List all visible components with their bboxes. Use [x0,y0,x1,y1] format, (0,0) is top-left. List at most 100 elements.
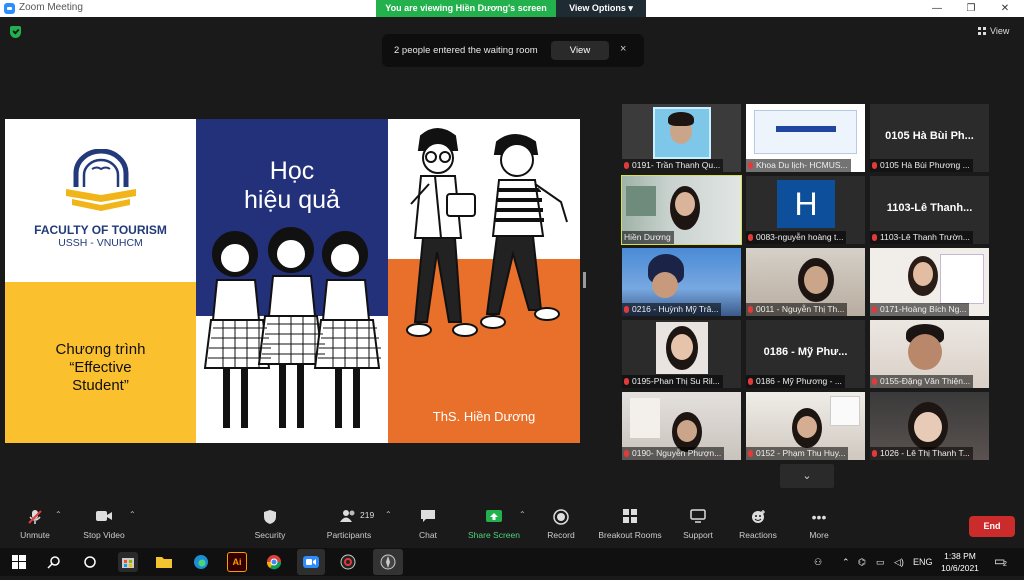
muted-mic-icon [872,162,877,169]
notification-close-icon[interactable]: × [620,43,626,55]
support-label: Support [683,530,713,540]
illustrator-icon-text: Ai [232,557,242,567]
participant-tile[interactable]: 0186 - Mỹ Phư... 0186 - Mỹ Phương - ... [746,320,865,388]
more-label: More [809,530,829,540]
participant-name: 0171-Hoàng Bích Ng... [870,303,970,316]
clock-time: 1:38 PM [944,551,976,561]
notification-message: 2 people entered the waiting room [394,45,538,56]
participant-tile[interactable]: 1103-Lê Thanh... 1103-Lê Thanh Trườn... [870,176,989,244]
participant-name-text: Khoa Du lịch- HCMUS... [756,160,848,170]
microsoft-store-icon[interactable] [118,552,138,572]
illustrator-icon[interactable]: Ai [227,552,247,572]
video-options-caret-icon[interactable]: ⌃ [129,510,136,519]
encryption-shield-icon[interactable] [10,26,21,38]
muted-mic-icon [872,450,877,457]
participant-name-text: 0105 Hà Bùi Phương ... [880,160,970,170]
windows-taskbar: Ai ⚇ ⌃ ⌬ ▭ ◁) ENG 1:38 PM 10/6/2021 ▭ 2 [0,548,1024,576]
notification-count-badge: 2 [1003,561,1007,568]
participant-tile[interactable]: 0190- Nguyễn Phượn... [622,392,741,460]
muted-mic-icon [624,378,629,385]
reactions-button[interactable]: Reactions [723,509,793,540]
network-icon[interactable]: ⌬ [858,557,866,568]
task-view-icon[interactable] [80,552,100,572]
breakout-rooms-button[interactable]: Breakout Rooms [595,509,665,540]
view-options-button[interactable]: View Options ▾ [556,0,646,17]
participant-tile[interactable]: 0011 - Nguyễn Thị Th... [746,248,865,316]
slide-heading: Học hiệu quả [196,157,388,215]
participant-display-name: 0186 - Mỹ Phư... [763,346,848,358]
chat-button[interactable]: Chat [393,509,463,540]
reactions-label: Reactions [739,530,777,540]
viewing-screen-banner: You are viewing Hiền Dương's screen [376,0,556,17]
university-name: USSH - VNUHCM [58,237,143,249]
close-window-button[interactable]: ✕ [988,0,1022,17]
program-line-3: Student” [72,377,129,394]
obs-icon[interactable] [338,552,358,572]
participant-tile[interactable]: 1026 - Lê Thị Thanh T... [870,392,989,460]
participant-tile[interactable]: 0216 - Huỳnh Mỹ Trâ... [622,248,741,316]
security-button[interactable]: Security [235,509,305,540]
notification-view-button[interactable]: View [551,41,609,60]
muted-mic-icon [624,306,629,313]
participant-tile[interactable]: H 0083-nguyễn hoàng t... [746,176,865,244]
edge-browser-icon[interactable] [191,552,211,572]
participant-name-text: 0083-nguyễn hoàng t... [756,232,844,242]
program-line-1: Chương trình [55,341,146,358]
zoom-taskbar-icon[interactable] [297,549,325,575]
program-title: Chương trình “Effective Student” [5,341,196,395]
system-clock[interactable]: 1:38 PM 10/6/2021 [936,550,984,574]
search-icon[interactable] [44,552,64,572]
zoom-app-icon [4,3,15,14]
participant-avatar: H [777,180,835,228]
participant-name-text: 0011 - Nguyễn Thị Th... [756,304,845,314]
participant-tile[interactable]: 0195-Phan Thị Su Ril... [622,320,741,388]
battery-icon[interactable]: ▭ [876,557,885,568]
presenter-name: ThS. Hiền Dương [432,409,536,424]
participant-tile[interactable]: 0191- Trần Thanh Qu... [622,104,741,172]
participants-icon: 219 [314,509,384,525]
security-shield-icon [235,509,305,525]
file-explorer-icon[interactable] [154,552,174,572]
muted-mic-icon [748,306,753,313]
view-layout-button[interactable]: View [978,26,1009,36]
participant-name: 1026 - Lê Thị Thanh T... [870,447,973,460]
volume-icon[interactable]: ◁) [894,557,904,568]
people-icon[interactable]: ⚇ [814,557,822,568]
participant-name: 0190- Nguyễn Phượn... [622,447,725,460]
chrome-icon[interactable] [264,552,284,572]
participant-display-name: 1103-Lê Thanh... [886,202,973,214]
minimize-button[interactable]: — [920,0,954,17]
window-title: Zoom Meeting [19,2,83,13]
gallery-next-page-button[interactable]: ⌄ [780,464,834,488]
participant-tile-active-speaker[interactable]: Hiền Dương [621,175,742,245]
students-boys-illustration [406,128,568,337]
app-icon[interactable] [373,549,403,575]
split-resize-handle[interactable] [583,272,586,288]
windows-start-icon[interactable] [9,552,29,572]
more-button[interactable]: ••• More [784,509,854,540]
clock-date: 10/6/2021 [941,563,979,573]
audio-options-caret-icon[interactable]: ⌃ [55,510,62,519]
participants-button[interactable]: 219 Participants [314,509,384,540]
participant-name-text: 0186 - Mỹ Phương - ... [756,376,842,386]
record-button[interactable]: Record [526,509,596,540]
input-language[interactable]: ENG [913,557,933,567]
participant-name-text: 0190- Nguyễn Phượn... [632,448,722,458]
participant-name-text: 0171-Hoàng Bích Ng... [880,304,967,314]
end-meeting-button[interactable]: End [969,516,1015,537]
participant-tile[interactable]: 0152 - Phạm Thu Huy... [746,392,865,460]
restore-button[interactable]: ❐ [954,0,988,17]
participant-display-name: 0105 Hà Bùi Ph... [885,130,974,142]
participant-name-text: Hiền Dương [624,232,671,242]
participants-options-caret-icon[interactable]: ⌃ [385,510,392,519]
participant-tile[interactable]: 0155-Đặng Văn Thiện... [870,320,989,388]
participants-label: Participants [326,530,372,540]
slide-heading-line-2: hiệu quả [244,186,340,214]
participant-tile[interactable]: 0105 Hà Bùi Ph... 0105 Hà Bùi Phương ... [870,104,989,172]
participant-tile[interactable]: 0171-Hoàng Bích Ng... [870,248,989,316]
participant-name: 0105 Hà Bùi Phương ... [870,159,973,172]
share-options-caret-icon[interactable]: ⌃ [519,510,526,519]
show-hidden-icons-icon[interactable]: ⌃ [842,557,850,568]
muted-mic-icon [872,378,877,385]
participant-tile[interactable]: Khoa Du lịch- HCMUS... [746,104,865,172]
